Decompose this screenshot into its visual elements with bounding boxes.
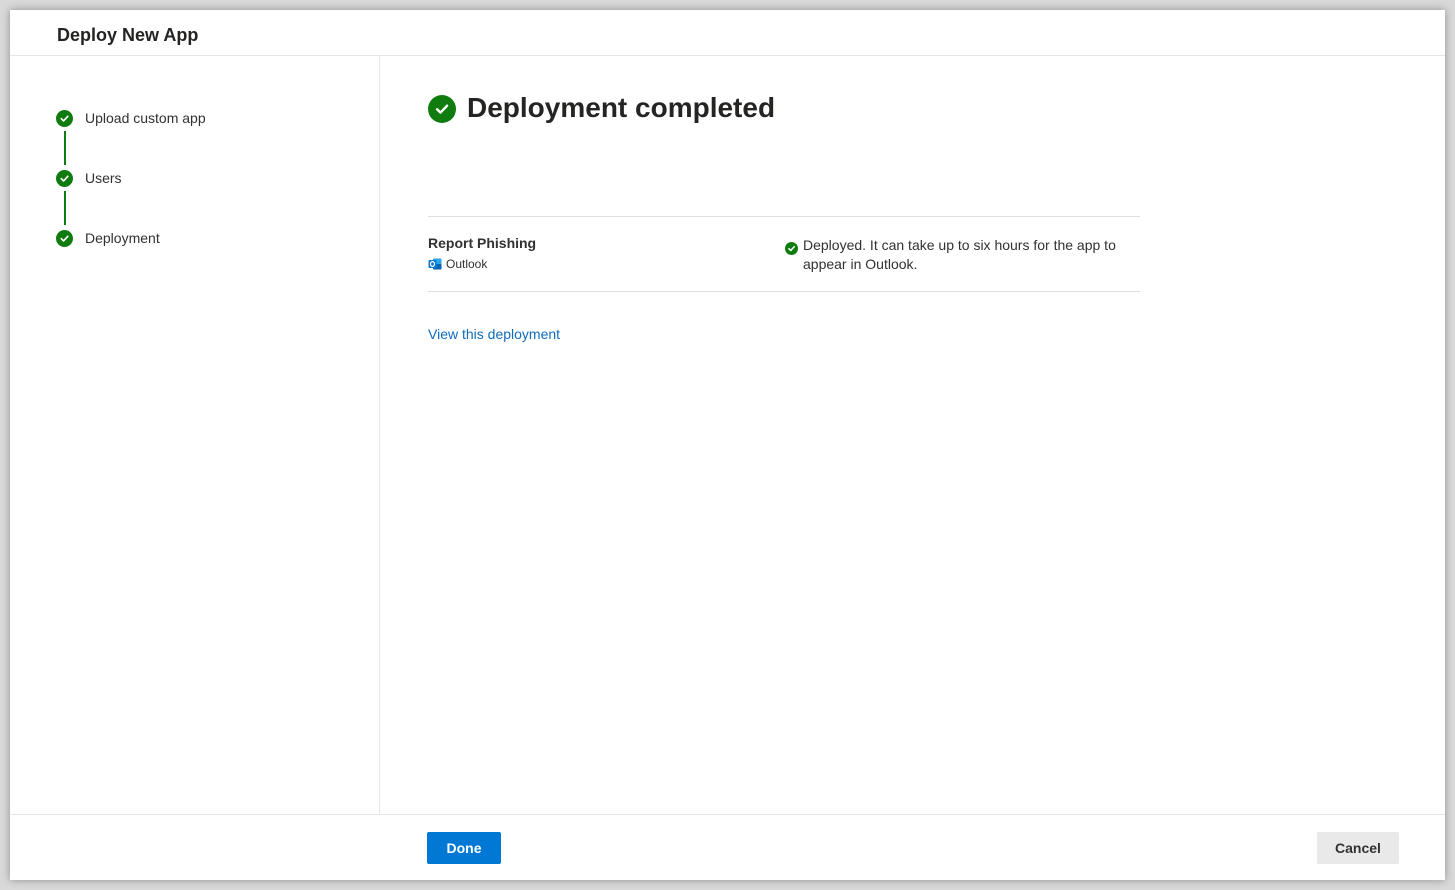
- step-label: Deployment: [85, 230, 160, 246]
- step-label: Upload custom app: [85, 110, 206, 126]
- app-name: Report Phishing: [428, 235, 537, 251]
- check-circle-icon: [428, 95, 456, 123]
- check-circle-icon: [56, 110, 73, 127]
- step-label: Users: [85, 170, 122, 186]
- host-label: Outlook: [446, 257, 488, 271]
- done-button[interactable]: Done: [427, 832, 501, 864]
- deployment-result-row: Report Phishing Outlook Deployed. It can…: [428, 216, 1140, 292]
- view-deployment-link[interactable]: View this deployment: [428, 326, 560, 342]
- dialog-header: Deploy New App: [10, 10, 1445, 56]
- check-circle-icon: [785, 242, 798, 255]
- step-connector: [64, 131, 66, 165]
- check-circle-icon: [56, 230, 73, 247]
- host-app: Outlook: [428, 256, 487, 272]
- outlook-icon: [428, 257, 442, 271]
- page-title: Deployment completed: [467, 92, 776, 123]
- deployment-status-text: Deployed. It can take up to six hours fo…: [803, 237, 1116, 272]
- dialog-title: Deploy New App: [57, 25, 199, 45]
- deploy-dialog: Deploy New App Upload custom app Users D…: [10, 10, 1445, 880]
- main-content: Deployment completed Report Phishing Out…: [380, 56, 1445, 814]
- wizard-steps: Upload custom app Users Deployment: [10, 56, 380, 814]
- step-connector: [64, 191, 66, 225]
- cancel-button[interactable]: Cancel: [1317, 832, 1399, 864]
- check-circle-icon: [56, 170, 73, 187]
- dialog-footer: Done Cancel: [10, 814, 1445, 880]
